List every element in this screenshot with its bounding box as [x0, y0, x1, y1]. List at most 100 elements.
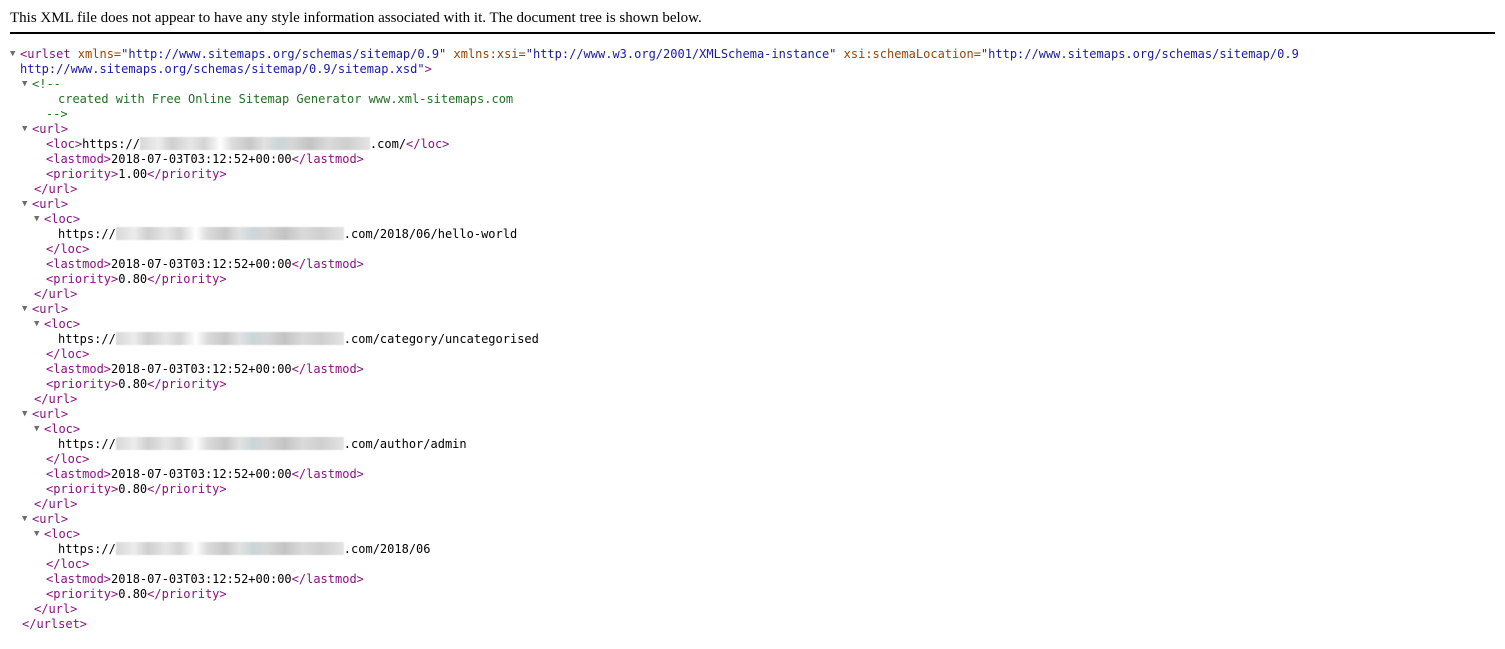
loc-tag: <loc> — [46, 137, 83, 151]
loc-close-line: </loc> — [10, 347, 1495, 362]
loc-tag: <loc> — [44, 422, 81, 436]
loc-prefix: https:// — [58, 542, 116, 556]
url-close-tag: </url> — [34, 392, 78, 406]
collapse-comment-toggle[interactable]: ▼ — [22, 77, 32, 92]
loc-suffix: .com/author/admin — [343, 437, 467, 451]
url-close-tag: </url> — [34, 182, 78, 196]
urlset-tag: <urlset — [20, 47, 71, 61]
lastmod-line: <lastmod>2018-07-03T03:12:52+00:00</last… — [10, 362, 1495, 377]
lastmod-close-tag: </lastmod> — [291, 572, 364, 586]
header-divider — [10, 32, 1495, 34]
priority-tag: <priority> — [46, 272, 119, 286]
url-close-line: </url> — [10, 392, 1495, 407]
collapse-url-toggle[interactable]: ▼ — [22, 122, 32, 137]
priority-tag: <priority> — [46, 482, 119, 496]
url-tag: <url> — [32, 512, 69, 526]
loc-open-line: ▼ <loc> — [10, 527, 1495, 542]
url-open-line: ▼ <url> — [10, 407, 1495, 422]
priority-line: <priority>0.80</priority> — [10, 482, 1495, 497]
no-style-info-message: This XML file does not appear to have an… — [10, 10, 702, 26]
loc-tag: <loc> — [44, 212, 81, 226]
lastmod-close-tag: </lastmod> — [291, 467, 364, 481]
url-tag: <url> — [32, 302, 69, 316]
priority-value: 0.80 — [118, 272, 148, 286]
lastmod-tag: <lastmod> — [46, 257, 112, 271]
loc-suffix: .com/2018/06 — [343, 542, 431, 556]
priority-close-tag: </priority> — [147, 587, 227, 601]
lastmod-close-tag: </lastmod> — [291, 152, 364, 166]
url-close-tag: </url> — [34, 602, 78, 616]
loc-close-tag: </loc> — [46, 452, 90, 466]
redacted-domain — [139, 137, 370, 150]
url-tag: <url> — [32, 197, 69, 211]
url-open-line: ▼ <url> — [10, 122, 1495, 137]
schema-location-attr: xsi:schemaLocation= — [836, 47, 981, 61]
triangle-down-icon: ▼ — [10, 49, 16, 59]
priority-line: <priority>0.80</priority> — [10, 377, 1495, 392]
redacted-domain — [115, 437, 344, 450]
comment-close: --> — [46, 107, 68, 121]
collapse-loc-toggle[interactable]: ▼ — [34, 527, 44, 542]
triangle-down-icon: ▼ — [34, 529, 40, 539]
triangle-down-icon: ▼ — [22, 409, 28, 419]
url-close-line: </url> — [10, 497, 1495, 512]
lastmod-tag: <lastmod> — [46, 362, 112, 376]
comment-close-line: --> — [10, 107, 1495, 122]
collapse-urlset-toggle[interactable]: ▼ — [10, 47, 20, 62]
triangle-down-icon: ▼ — [34, 319, 40, 329]
loc-open-line: ▼ <loc> — [10, 422, 1495, 437]
comment-text-line: created with Free Online Sitemap Generat… — [10, 92, 1495, 107]
collapse-url-toggle[interactable]: ▼ — [22, 407, 32, 422]
lastmod-value: 2018-07-03T03:12:52+00:00 — [111, 362, 292, 376]
loc-tag: <loc> — [44, 527, 81, 541]
redacted-domain — [115, 227, 344, 240]
redacted-domain — [115, 542, 344, 555]
lastmod-line: <lastmod>2018-07-03T03:12:52+00:00</last… — [10, 152, 1495, 167]
loc-text-line: https:// .com/author/admin — [10, 437, 1495, 452]
triangle-down-icon: ▼ — [22, 124, 28, 134]
url-open-line: ▼ <url> — [10, 197, 1495, 212]
loc-suffix: .com/2018/06/hello-world — [343, 227, 518, 241]
collapse-loc-toggle[interactable]: ▼ — [34, 422, 44, 437]
url-tag: <url> — [32, 122, 69, 136]
comment-open-line: ▼ <!-- — [10, 77, 1495, 92]
urlset-close-tag: </urlset> — [22, 617, 88, 631]
priority-line: <priority>1.00</priority> — [10, 167, 1495, 182]
triangle-down-icon: ▼ — [22, 514, 28, 524]
lastmod-close-tag: </lastmod> — [291, 257, 364, 271]
priority-close-tag: </priority> — [147, 167, 227, 181]
collapse-url-toggle[interactable]: ▼ — [22, 197, 32, 212]
urlset-tag-close-bracket: > — [424, 62, 432, 76]
loc-close-line: </loc> — [10, 242, 1495, 257]
xmlns-xsi-value: "http://www.w3.org/2001/XMLSchema-instan… — [525, 47, 837, 61]
urlset-open-line: ▼ <urlset xmlns="http://www.sitemaps.org/… — [10, 47, 1495, 62]
loc-close-tag: </loc> — [46, 242, 90, 256]
urlset-close-line: </urlset> — [10, 617, 1495, 632]
lastmod-line: <lastmod>2018-07-03T03:12:52+00:00</last… — [10, 572, 1495, 587]
loc-close-line: </loc> — [10, 452, 1495, 467]
collapse-loc-toggle[interactable]: ▼ — [34, 212, 44, 227]
schema-location-value-continued: http://www.sitemaps.org/schemas/sitemap/… — [20, 62, 425, 76]
collapse-url-toggle[interactable]: ▼ — [22, 512, 32, 527]
comment-text: created with Free Online Sitemap Generat… — [58, 92, 514, 106]
priority-value: 0.80 — [118, 482, 148, 496]
loc-suffix: .com/ — [369, 137, 407, 151]
collapse-url-toggle[interactable]: ▼ — [22, 302, 32, 317]
priority-tag: <priority> — [46, 167, 119, 181]
lastmod-close-tag: </lastmod> — [291, 362, 364, 376]
priority-close-tag: </priority> — [147, 482, 227, 496]
triangle-down-icon: ▼ — [34, 424, 40, 434]
xmlns-xsi-attr: xmlns:xsi= — [446, 47, 526, 61]
lastmod-value: 2018-07-03T03:12:52+00:00 — [111, 572, 292, 586]
loc-suffix: .com/category/uncategorised — [343, 332, 539, 346]
lastmod-value: 2018-07-03T03:12:52+00:00 — [111, 257, 292, 271]
xmlns-value: "http://www.sitemaps.org/schemas/sitemap… — [121, 47, 447, 61]
triangle-down-icon: ▼ — [34, 214, 40, 224]
collapse-loc-toggle[interactable]: ▼ — [34, 317, 44, 332]
url-close-line: </url> — [10, 287, 1495, 302]
url-close-line: </url> — [10, 182, 1495, 197]
priority-line: <priority>0.80</priority> — [10, 587, 1495, 602]
lastmod-value: 2018-07-03T03:12:52+00:00 — [111, 152, 292, 166]
priority-close-tag: </priority> — [147, 377, 227, 391]
lastmod-line: <lastmod>2018-07-03T03:12:52+00:00</last… — [10, 257, 1495, 272]
